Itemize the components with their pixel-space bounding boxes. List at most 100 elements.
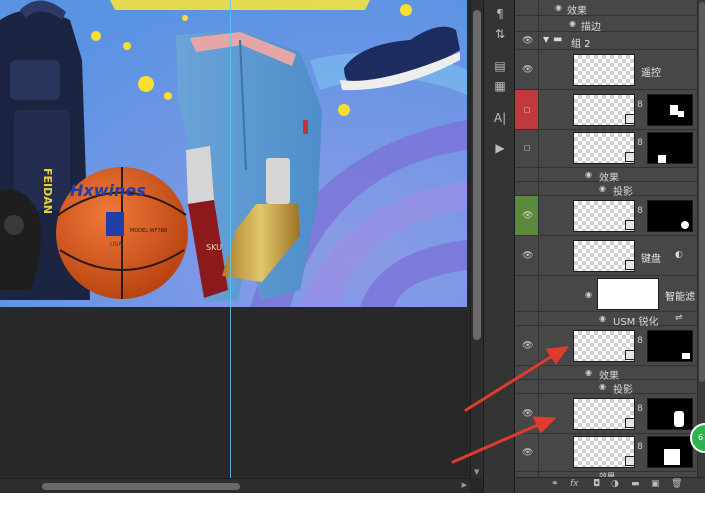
effect-visibility-eye-icon[interactable]: ◉ [599,314,606,323]
smart-filter-mask-thumbnail[interactable] [597,278,659,310]
adjustment-icon[interactable]: ◑ [611,479,619,489]
eye-icon[interactable]: 👁 [522,409,533,419]
new-layer-icon[interactable]: ▣ [651,479,660,489]
group-name: 组 2 [571,39,591,50]
history-icon[interactable]: ▦ [490,76,510,96]
canvas-horizontal-scroll-thumb[interactable] [42,483,240,490]
smart-object-icon [625,152,635,162]
bottle-label-text: SKU [206,243,222,252]
canvas-vertical-scroll-thumb[interactable] [473,10,481,340]
text-icon[interactable]: A| [490,108,510,128]
visibility-box-icon[interactable]: □ [522,143,532,153]
effect-visibility-eye-icon[interactable]: ◉ [599,184,606,193]
mask-link-icon[interactable]: 8 [636,204,644,218]
poster-artwork: FEIDAN Hxwines USA MODEL WF7B8 SKU [0,0,467,307]
smart-object-icon [625,114,635,124]
layer-mask-thumbnail[interactable] [647,330,693,362]
effect-visibility-eye-icon[interactable]: ◉ [555,3,562,12]
layers-bottom-toolbar: ⚭ fx ◘ ◑ ▬ ▣ 🗑 [515,477,705,493]
panel-icon-strip: ¶ ⇅ ▤ ▦ A| ▶ [483,0,515,493]
smart-filter-label: 智能滤 [665,292,695,303]
eye-icon[interactable]: 👁 [522,211,533,221]
effects-label: 效果 [567,6,587,17]
trash-icon[interactable]: 🗑 [671,479,682,489]
backpack-brand-text: FEIDAN [41,168,54,214]
layers-panel: ◉ 效果 ◉ 描边 👁 ▼ ▬ 组 2 👁 遥控 □ 8 □ 8 ◉ 效果 ◉ … [515,0,697,477]
effect-stroke-label: 描边 [581,22,601,33]
eye-icon[interactable]: 👁 [522,448,533,458]
layer-row[interactable]: □ 8 [515,90,697,130]
document-canvas-area[interactable]: FEIDAN Hxwines USA MODEL WF7B8 SKU ▼ ▶ [0,0,483,493]
layer-mask-thumbnail[interactable] [647,94,693,126]
visibility-box-icon[interactable]: □ [522,105,532,115]
mask-link-icon[interactable]: 8 [636,334,644,348]
effect-visibility-eye-icon[interactable]: ◉ [599,382,606,391]
effect-visibility-eye-icon[interactable]: ◉ [585,368,592,377]
smart-object-icon [625,350,635,360]
basketball-model-text: MODEL WF7B8 [130,228,167,234]
folder-icon: ▬ [553,34,563,45]
layer-row[interactable]: 👁 8 [515,326,697,366]
layer-row[interactable]: 👁 遥控 [515,50,697,90]
mask-link-icon[interactable]: 8 [636,402,644,416]
basketball-brand-text: Hxwines [70,181,146,200]
layer-mask-thumbnail[interactable] [647,436,693,468]
mask-link-icon[interactable]: 8 [636,440,644,454]
basketball-tag-text: USA [110,241,123,248]
scroll-down-arrow-icon[interactable]: ▼ [474,468,479,476]
canvas-horizontal-scrollbar[interactable]: ▶ [0,478,470,493]
group-collapse-chevron-icon[interactable]: ▼ [543,35,549,44]
layer-row[interactable]: 👁 8 [515,394,697,434]
smart-object-icon [625,260,635,270]
paragraph-icon[interactable]: ¶ [490,4,510,24]
smart-filter-row[interactable]: ◉ 智能滤 [515,276,697,312]
layer-effect-stroke-row[interactable]: ◉ 描边 [515,16,697,33]
layer-row[interactable]: 👁 8 [515,196,697,236]
layer-mask-thumbnail[interactable] [647,200,693,232]
smart-object-icon [625,456,635,466]
vertical-guide-line[interactable] [230,0,231,478]
play-icon[interactable]: ▶ [490,138,510,158]
layer-thumbnail [573,54,635,86]
filter-effect-row[interactable]: ◉ USM 锐化 ⇌ [515,312,697,328]
eye-icon[interactable]: 👁 [522,65,533,75]
layer-effect-shadow-row[interactable]: ◉ 投影 [515,182,697,198]
layer-row[interactable]: 👁 8 [515,434,697,472]
floating-badge-label: 6 [698,433,704,442]
layer-effect-shadow-row[interactable]: ◉ 投影 [515,380,697,396]
layer-row[interactable]: 👁 键盘 ◐ [515,236,697,276]
layer-row[interactable]: □ 8 [515,130,697,168]
mask-icon[interactable]: ◘ [593,479,600,489]
layer-name: 键盘 [641,254,661,265]
layer-effects-row[interactable]: ◉ 效果 [515,366,697,382]
bottom-margin [0,493,705,510]
layer-mask-thumbnail[interactable] [647,398,693,430]
folder-icon[interactable]: ▬ [631,479,640,489]
character-icon[interactable]: ⇅ [490,24,510,44]
smart-object-icon [625,220,635,230]
eye-icon[interactable]: 👁 [522,251,533,261]
layers-scrollbar[interactable] [697,0,705,477]
effect-visibility-eye-icon[interactable]: ◉ [585,290,592,299]
filter-options-icon[interactable]: ⇌ [675,313,683,323]
canvas-vertical-scrollbar[interactable]: ▼ [470,0,483,478]
mask-link-icon[interactable]: 8 [636,98,644,112]
scroll-right-arrow-icon[interactable]: ▶ [462,481,467,489]
mask-link-icon[interactable]: 8 [636,136,644,150]
layer-group-row[interactable]: 👁 ▼ ▬ 组 2 [515,32,697,50]
layer-effects-row[interactable]: ◉ 效果 [515,168,697,184]
notes-icon[interactable]: ▤ [490,56,510,76]
layers-scroll-thumb[interactable] [699,2,705,382]
smart-object-icon [625,418,635,428]
poster-image: FEIDAN Hxwines USA MODEL WF7B8 SKU [0,0,467,307]
fx-icon[interactable]: fx [570,479,579,489]
effect-visibility-eye-icon[interactable]: ◉ [585,170,592,179]
layer-name: 遥控 [641,68,661,79]
layer-effects-row[interactable]: ◉ 效果 [515,0,697,17]
link-icon[interactable]: ⚭ [551,479,559,489]
effect-visibility-eye-icon[interactable]: ◉ [569,19,576,28]
smart-filter-badge-icon: ◐ [675,250,683,260]
eye-icon[interactable]: 👁 [522,341,533,351]
eye-icon[interactable]: 👁 [522,36,533,46]
layer-mask-thumbnail[interactable] [647,132,693,164]
